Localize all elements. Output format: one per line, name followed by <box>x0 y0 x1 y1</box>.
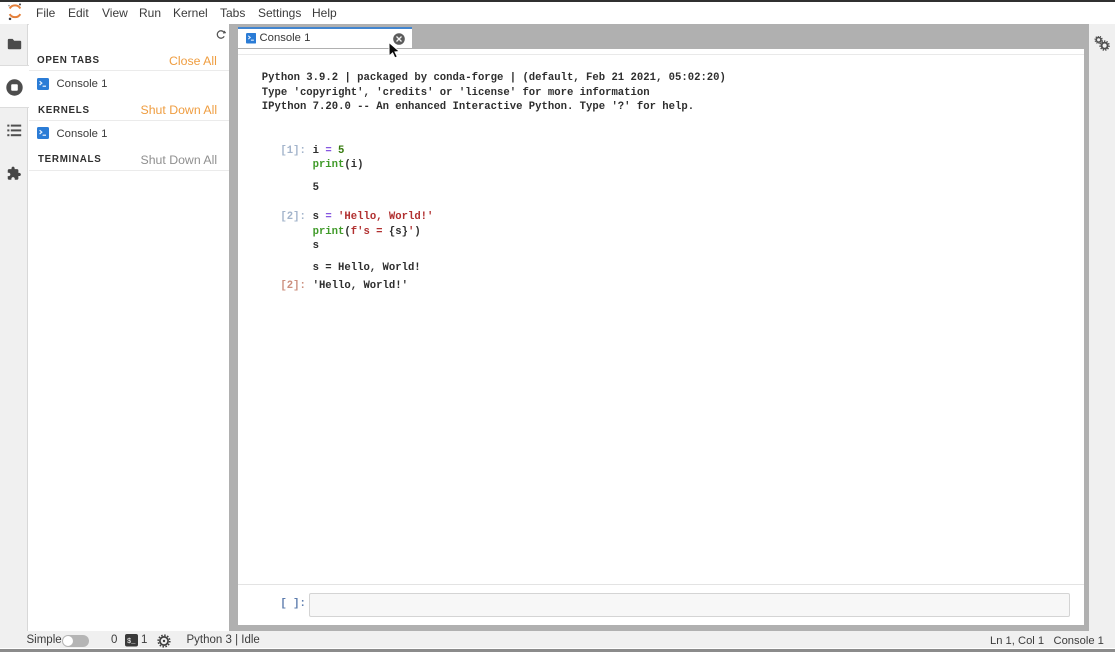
svg-text:$_: $_ <box>127 638 136 646</box>
